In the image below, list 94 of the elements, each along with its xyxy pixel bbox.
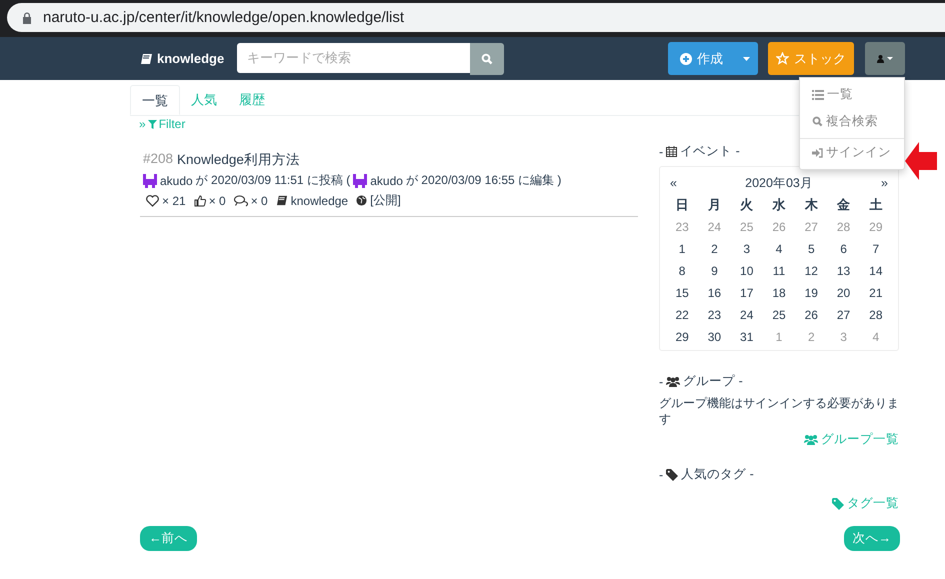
calendar-day[interactable]: 21 [860, 282, 892, 304]
weekday-label: 土 [868, 196, 884, 214]
article-number: #208 [143, 151, 174, 168]
month-title: 2020年03月 [745, 174, 813, 192]
comment-count: × 0 [250, 194, 268, 208]
lock-icon [22, 12, 32, 24]
calendar-day[interactable]: 8 [666, 260, 698, 282]
calendar-day[interactable]: 31 [730, 326, 763, 348]
calendar-day[interactable]: 26 [795, 304, 828, 326]
calendar-day[interactable]: 22 [666, 304, 698, 326]
book-icon [276, 195, 288, 206]
list-icon [812, 90, 824, 100]
brand-name[interactable]: knowledge [157, 51, 224, 66]
avatar-icon [353, 174, 368, 188]
tab[interactable]: 一覧 [130, 85, 180, 115]
calendar-day[interactable]: 25 [762, 304, 796, 326]
posted-date: が 2020/03/09 11:51 に投稿 ( [196, 172, 350, 189]
weekday-label: 金 [836, 196, 852, 214]
calendar-day[interactable]: 23 [698, 304, 731, 326]
weekday-label: 火 [739, 196, 754, 214]
caret-icon [887, 57, 893, 60]
avatar-icon [143, 174, 157, 188]
calendar-day[interactable]: 7 [860, 238, 892, 260]
section-dash: - [659, 374, 664, 388]
address-bar[interactable]: naruto-u.ac.jp/center/it/knowledge/open.knowledge/list [7, 3, 945, 32]
section-heading: イベント - [680, 143, 740, 160]
calendar-day[interactable]: 17 [730, 282, 763, 304]
heart-icon [146, 194, 159, 206]
user-icon [877, 54, 884, 62]
calendar-day[interactable]: 2 [698, 238, 731, 260]
calendar-day[interactable]: 20 [827, 282, 860, 304]
calendar-day[interactable]: 24 [730, 304, 763, 326]
calendar-day[interactable]: 18 [762, 282, 796, 304]
search-button[interactable] [470, 42, 504, 74]
section-dash: - [659, 144, 664, 158]
sign-in-icon [812, 148, 823, 158]
editor-name: akudo [370, 174, 403, 188]
calendar-day[interactable]: 30 [698, 326, 731, 348]
visibility-label: [公開] [370, 192, 401, 209]
comments-icon [234, 194, 248, 206]
filter-icon [148, 120, 157, 128]
calendar-day[interactable]: 11 [762, 260, 796, 282]
search-icon [481, 52, 493, 64]
weekday-label: 木 [804, 196, 819, 214]
search-icon [812, 116, 823, 127]
weekday-label: 日 [674, 196, 690, 214]
calendar-day[interactable]: 4 [762, 238, 796, 260]
calendar-day[interactable]: 9 [698, 260, 731, 282]
calendar-day[interactable]: 12 [795, 260, 828, 282]
weekday-label: 月 [706, 196, 722, 214]
star-icon [776, 52, 789, 65]
thumbs-count: × 0 [208, 194, 226, 208]
calendar-day[interactable]: 6 [827, 238, 860, 260]
edited-date: が 2020/03/09 16:55 に編集 ) [406, 172, 562, 189]
calendar-day[interactable]: 13 [827, 260, 860, 282]
book-icon [140, 52, 153, 64]
section-heading: グループ - [683, 373, 743, 390]
like-count: × 21 [162, 194, 186, 208]
calendar-day[interactable]: 16 [698, 282, 731, 304]
calendar-day[interactable]: 3 [730, 238, 763, 260]
caret-icon [743, 56, 750, 60]
weekday-label: 水 [771, 196, 786, 214]
calendar-day[interactable]: 27 [827, 304, 860, 326]
url-text: naruto-u.ac.jp/center/it/knowledge/open.knowledge/list [43, 9, 404, 26]
calendar-day[interactable]: 10 [730, 260, 763, 282]
thumbs-up-icon [194, 194, 206, 206]
menu-item[interactable]: サインイン [800, 139, 904, 166]
section-dash: - [659, 468, 664, 482]
calendar-day[interactable]: 28 [860, 304, 892, 326]
calendar-day[interactable]: 19 [795, 282, 828, 304]
article-title[interactable]: Knowledge利用方法 [177, 151, 300, 169]
section-heading: 人気のタグ - [681, 466, 754, 483]
users-icon [666, 376, 680, 387]
users-icon [804, 434, 818, 445]
next-month-link[interactable]: » [881, 176, 888, 190]
author-name: akudo [160, 174, 193, 188]
calendar-day[interactable]: 14 [860, 260, 892, 282]
calendar-day[interactable]: 29 [666, 326, 698, 348]
plus-circle-icon [680, 52, 692, 64]
pointer-arrow [905, 142, 937, 180]
calendar-icon [666, 146, 678, 157]
search-field[interactable]: キーワードで検索 [237, 42, 470, 72]
previous-month-link[interactable]: « [670, 176, 677, 190]
menu-item[interactable]: 複合検索 [800, 108, 904, 135]
user-menu-button[interactable] [865, 42, 905, 75]
menu-item[interactable]: 一覧 [800, 81, 904, 108]
calendar-day[interactable]: 1 [666, 238, 698, 260]
tag-icon [832, 498, 844, 510]
tag-link[interactable]: knowledge [290, 194, 348, 208]
globe-icon [356, 195, 368, 206]
group-note: グループ機能はサインインする必要があります [659, 395, 899, 427]
calendar-day[interactable]: 5 [795, 238, 828, 260]
tag-icon [666, 468, 678, 480]
calendar-day[interactable]: 15 [666, 282, 698, 304]
